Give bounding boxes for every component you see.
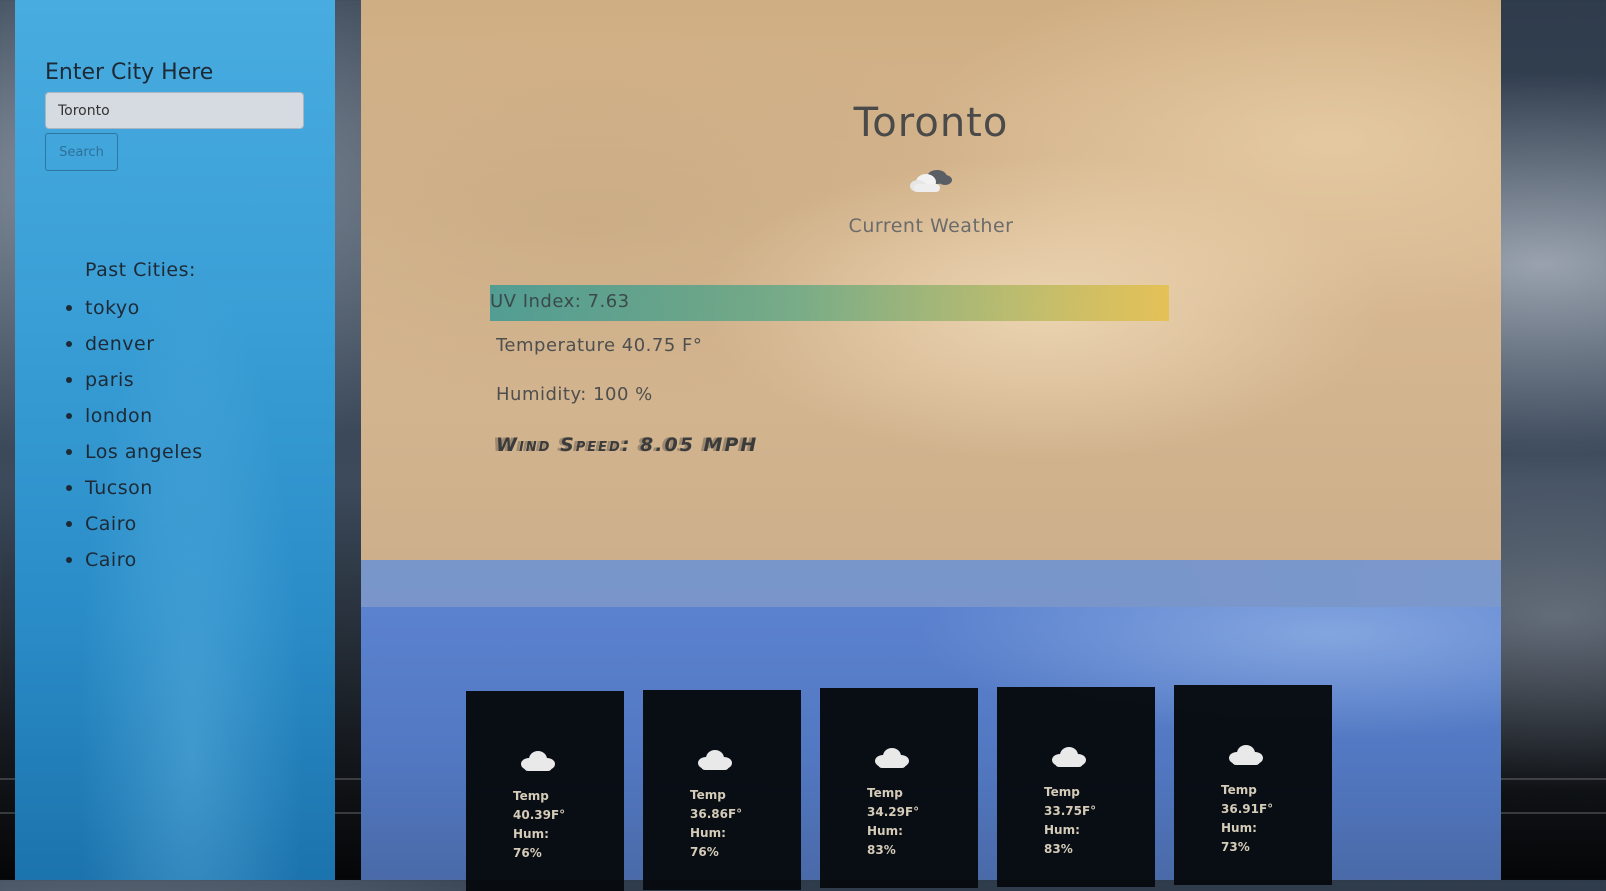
cloud-icon — [875, 748, 909, 768]
past-city-item[interactable]: denver — [66, 326, 203, 362]
past-city-label: Tucson — [85, 477, 153, 499]
past-city-item[interactable]: paris — [66, 362, 203, 398]
past-city-item[interactable]: Tucson — [66, 470, 203, 506]
cloud-icon — [910, 170, 952, 192]
forecast-temp-label: Temp — [867, 786, 903, 800]
bullet-icon — [66, 341, 72, 347]
search-button[interactable]: Search — [45, 133, 118, 171]
forecast-hum-label: Hum: — [1221, 821, 1257, 835]
forecast-hum-label: Hum: — [513, 827, 549, 841]
forecast-temp-label: Temp — [1221, 783, 1257, 797]
cloud-icon — [1229, 745, 1263, 765]
forecast-hum-value: 73% — [1221, 840, 1250, 854]
forecast-hum-value: 83% — [1044, 842, 1073, 856]
past-city-item[interactable]: Cairo — [66, 542, 203, 578]
temperature-text: Temperature 40.75 F° — [496, 335, 703, 356]
forecast-header-band — [361, 560, 1501, 607]
forecast-temp-value: 33.75F° — [1044, 804, 1097, 818]
bullet-icon — [66, 305, 72, 311]
forecast-hum-value: 83% — [867, 843, 896, 857]
current-weather-subtitle: Current Weather — [848, 215, 1014, 237]
past-cities-list: tokyo denver paris london Los angeles Tu… — [66, 290, 203, 578]
past-city-label: denver — [85, 333, 155, 355]
humidity-text: Humidity: 100 % — [496, 384, 653, 405]
past-city-label: Los angeles — [85, 441, 203, 463]
forecast-card: Temp 33.75F° Hum: 83% — [997, 687, 1155, 887]
forecast-card: Temp 36.86F° Hum: 76% — [643, 690, 801, 890]
city-name-heading: Toronto — [853, 100, 1009, 146]
forecast-temp-value: 36.91F° — [1221, 802, 1274, 816]
forecast-temp-label: Temp — [690, 788, 726, 802]
forecast-temp-label: Temp — [1044, 785, 1080, 799]
cloud-icon — [698, 750, 732, 770]
forecast-temp-value: 36.86F° — [690, 807, 743, 821]
forecast-temp-value: 34.29F° — [867, 805, 920, 819]
bullet-icon — [66, 377, 72, 383]
past-city-label: Cairo — [85, 513, 137, 535]
bullet-icon — [66, 449, 72, 455]
forecast-hum-label: Hum: — [867, 824, 903, 838]
cloud-icon — [1052, 747, 1086, 767]
forecast-card: Temp 36.91F° Hum: 73% — [1174, 685, 1332, 885]
city-input-label: Enter City Here — [45, 60, 214, 85]
past-city-label: Cairo — [85, 549, 137, 571]
forecast-panel: Temp 40.39F° Hum: 76% Temp 36.86F° Hum: … — [361, 607, 1501, 891]
forecast-hum-value: 76% — [513, 846, 542, 860]
forecast-card: Temp 34.29F° Hum: 83% — [820, 688, 978, 888]
past-city-item[interactable]: Los angeles — [66, 434, 203, 470]
uv-index-text: UV Index: 7.63 — [490, 291, 630, 312]
city-search-input[interactable] — [45, 92, 304, 129]
bullet-icon — [66, 521, 72, 527]
past-city-item[interactable]: london — [66, 398, 203, 434]
past-city-label: tokyo — [85, 297, 140, 319]
past-city-label: paris — [85, 369, 135, 391]
cloud-icon — [521, 751, 555, 771]
past-city-item[interactable]: Cairo — [66, 506, 203, 542]
forecast-temp-value: 40.39F° — [513, 808, 566, 822]
forecast-temp-label: Temp — [513, 789, 549, 803]
bullet-icon — [66, 557, 72, 563]
forecast-card: Temp 40.39F° Hum: 76% — [466, 691, 624, 891]
wind-speed-text: Wind Speed: 8.05 MPH — [496, 434, 759, 456]
past-cities-title: Past Cities: — [85, 259, 196, 281]
sidebar: Enter City Here Search Past Cities: toky… — [15, 0, 335, 880]
past-city-item[interactable]: tokyo — [66, 290, 203, 326]
bullet-icon — [66, 485, 72, 491]
current-weather-panel: Toronto Current Weather UV Index: 7.63 T… — [361, 0, 1501, 560]
forecast-hum-label: Hum: — [1044, 823, 1080, 837]
forecast-hum-label: Hum: — [690, 826, 726, 840]
past-city-label: london — [85, 405, 153, 427]
bullet-icon — [66, 413, 72, 419]
forecast-hum-value: 76% — [690, 845, 719, 859]
